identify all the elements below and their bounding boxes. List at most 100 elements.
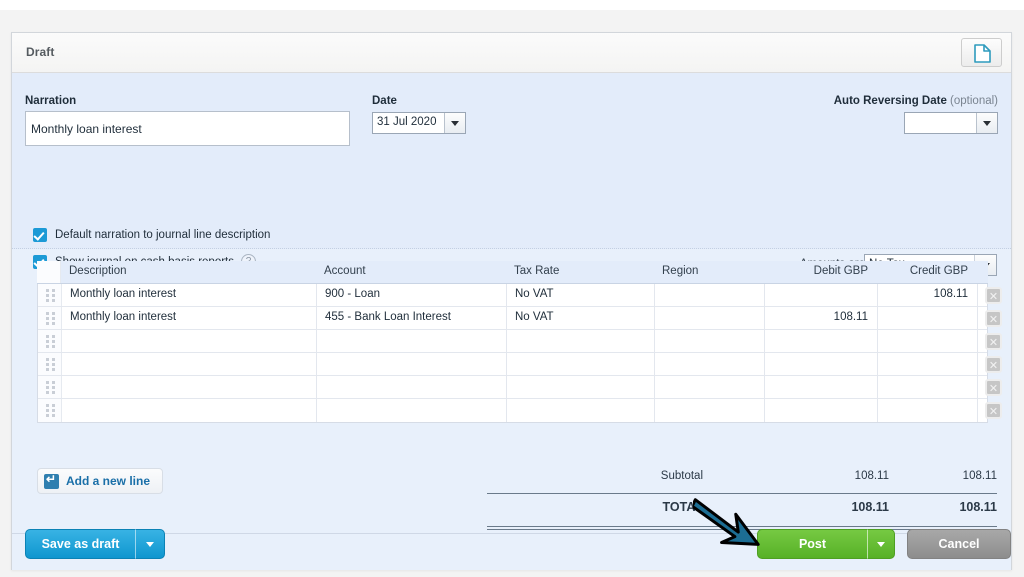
totals-section: Subtotal 108.11 108.11 TOTAL 108.11 108.… xyxy=(487,463,997,530)
grid-cell-account[interactable]: 455 - Bank Loan Interest xyxy=(317,307,507,329)
post-dropdown-button[interactable] xyxy=(867,529,895,559)
grid-cell-tax-rate[interactable] xyxy=(507,330,655,352)
chevron-down-icon xyxy=(983,121,991,126)
grid-cell-region[interactable] xyxy=(655,330,765,352)
grid-cell-description[interactable] xyxy=(62,376,317,398)
grid-cell-debit[interactable] xyxy=(765,399,878,422)
grid-cell-debit[interactable] xyxy=(765,284,878,306)
chevron-down-icon xyxy=(877,541,885,547)
journal-lines-grid: Description Account Tax Rate Region Debi… xyxy=(37,261,1002,423)
drag-dots-icon xyxy=(46,358,55,371)
delete-row-cell: ✕ xyxy=(978,376,1009,398)
narration-label: Narration xyxy=(25,95,77,107)
row-drag-handle[interactable] xyxy=(38,307,62,329)
post-label: Post xyxy=(798,537,827,551)
grid-cell-credit[interactable]: 108.11 xyxy=(878,284,978,306)
cancel-button[interactable]: Cancel xyxy=(907,529,1011,559)
grid-cell-credit[interactable] xyxy=(878,376,978,398)
screen: Draft Narration Date 31 Jul 2020 Auto Re… xyxy=(0,0,1024,577)
auto-reversing-date-field[interactable] xyxy=(904,112,998,134)
auto-reversing-date-value xyxy=(905,113,976,133)
auto-reversing-date-dropdown-button[interactable] xyxy=(976,113,997,133)
row-drag-handle[interactable] xyxy=(38,353,62,375)
grid-cell-debit[interactable] xyxy=(765,330,878,352)
table-row[interactable]: Monthly loan interest 900 - Loan No VAT 108… xyxy=(38,284,1002,307)
date-field[interactable]: 31 Jul 2020 xyxy=(372,112,466,134)
grid-cell-tax-rate[interactable] xyxy=(507,353,655,375)
grid-cell-account[interactable] xyxy=(317,330,507,352)
total-double-rule-top xyxy=(487,526,997,527)
narration-input[interactable] xyxy=(25,111,350,146)
grid-cell-region[interactable] xyxy=(655,376,765,398)
grid-body: Monthly loan interest 900 - Loan No VAT 108… xyxy=(37,284,1002,423)
grid-cell-debit[interactable] xyxy=(765,376,878,398)
grid-cell-credit[interactable] xyxy=(878,399,978,422)
grid-cell-description[interactable]: Monthly loan interest xyxy=(62,307,317,329)
save-as-draft-dropdown-button[interactable] xyxy=(135,529,165,559)
column-header-region: Region xyxy=(662,265,699,277)
table-row[interactable]: Monthly loan interest 455 - Bank Loan Int… xyxy=(38,307,1002,330)
column-header-tax-rate: Tax Rate xyxy=(514,265,560,277)
table-row[interactable]: ✕ xyxy=(38,353,1002,376)
grid-cell-tax-rate[interactable]: No VAT xyxy=(507,307,655,329)
table-row[interactable]: ✕ xyxy=(38,399,1002,422)
table-row[interactable]: ✕ xyxy=(38,376,1002,399)
grid-header-handle xyxy=(37,261,61,283)
auto-reversing-date-optional: (optional) xyxy=(950,95,998,107)
delete-row-button[interactable]: ✕ xyxy=(985,310,1002,327)
auto-reversing-date-label: Auto Reversing Date (optional) xyxy=(834,95,998,107)
cancel-label: Cancel xyxy=(938,537,980,551)
grid-cell-account[interactable]: 900 - Loan xyxy=(317,284,507,306)
row-drag-handle[interactable] xyxy=(38,330,62,352)
grid-cell-region[interactable] xyxy=(655,353,765,375)
panel-header: Draft xyxy=(12,33,1011,73)
grid-cell-account[interactable] xyxy=(317,353,507,375)
grid-cell-tax-rate[interactable] xyxy=(507,376,655,398)
journal-entry-panel: Draft Narration Date 31 Jul 2020 Auto Re… xyxy=(11,32,1012,570)
delete-row-button[interactable]: ✕ xyxy=(985,333,1002,350)
grid-cell-description[interactable]: Monthly loan interest xyxy=(62,284,317,306)
attach-document-button[interactable] xyxy=(961,38,1002,67)
file-page-icon xyxy=(974,44,991,63)
checkbox-checked-icon[interactable] xyxy=(33,228,47,242)
column-header-description: Description xyxy=(69,265,127,277)
grid-header-row: Description Account Tax Rate Region Debi… xyxy=(37,261,988,284)
grid-cell-description[interactable] xyxy=(62,330,317,352)
grid-cell-tax-rate[interactable] xyxy=(507,399,655,422)
column-header-debit: Debit GBP xyxy=(813,265,868,277)
grid-cell-account[interactable] xyxy=(317,376,507,398)
delete-row-cell: ✕ xyxy=(978,330,1009,352)
grid-cell-credit[interactable] xyxy=(878,330,978,352)
date-label: Date xyxy=(372,95,397,107)
journal-form-area: Narration Date 31 Jul 2020 Auto Reversin… xyxy=(12,73,1011,269)
default-narration-checkbox-row[interactable]: Default narration to journal line descri… xyxy=(33,228,270,242)
grid-cell-credit[interactable] xyxy=(878,353,978,375)
grid-cell-description[interactable] xyxy=(62,399,317,422)
delete-row-button[interactable]: ✕ xyxy=(985,356,1002,373)
save-as-draft-button[interactable]: Save as draft xyxy=(25,529,135,559)
grid-cell-account[interactable] xyxy=(317,399,507,422)
table-row[interactable]: ✕ xyxy=(38,330,1002,353)
add-new-line-button[interactable]: Add a new line xyxy=(37,468,164,494)
row-drag-handle[interactable] xyxy=(38,376,62,398)
grid-cell-credit[interactable] xyxy=(878,307,978,329)
grid-cell-region[interactable] xyxy=(655,284,765,306)
total-debit: 108.11 xyxy=(851,500,889,514)
row-drag-handle[interactable] xyxy=(38,284,62,306)
delete-row-button[interactable]: ✕ xyxy=(985,287,1002,304)
drag-dots-icon xyxy=(46,289,55,302)
grid-cell-tax-rate[interactable]: No VAT xyxy=(507,284,655,306)
grid-cell-region[interactable] xyxy=(655,399,765,422)
post-button[interactable]: Post xyxy=(757,529,867,559)
delete-row-button[interactable]: ✕ xyxy=(985,402,1002,419)
grid-cell-region[interactable] xyxy=(655,307,765,329)
date-dropdown-button[interactable] xyxy=(444,113,465,133)
grid-cell-debit[interactable]: 108.11 xyxy=(765,307,878,329)
grid-cell-debit[interactable] xyxy=(765,353,878,375)
grid-cell-description[interactable] xyxy=(62,353,317,375)
delete-row-cell: ✕ xyxy=(978,399,1009,422)
subtotal-debit: 108.11 xyxy=(854,470,889,482)
row-drag-handle[interactable] xyxy=(38,399,62,422)
delete-row-button[interactable]: ✕ xyxy=(985,379,1002,396)
default-narration-checkbox-label: Default narration to journal line descri… xyxy=(55,229,271,241)
